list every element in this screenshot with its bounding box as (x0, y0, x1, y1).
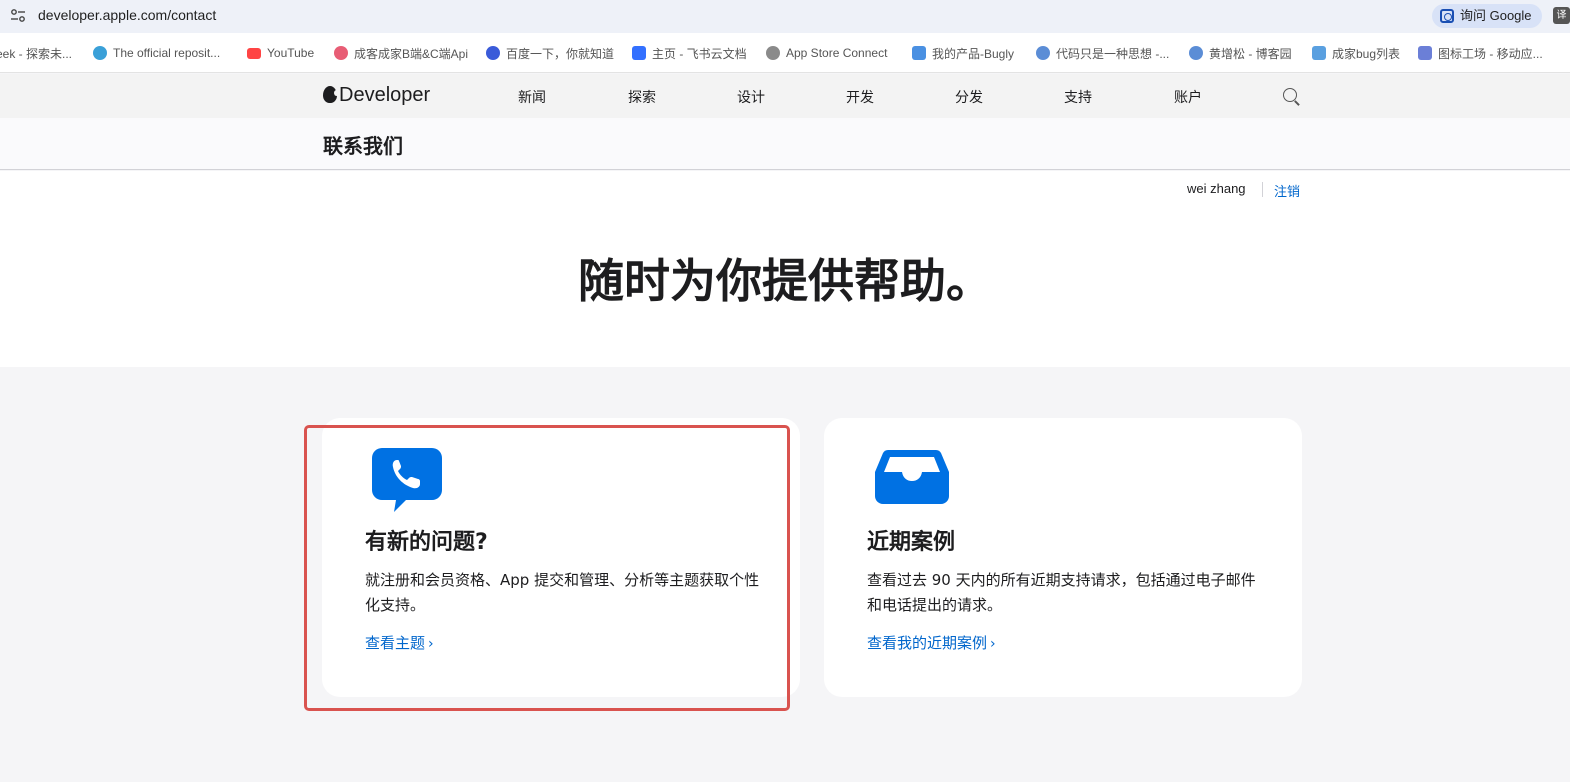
bookmark-item[interactable]: 黄增松 - 博客园 (1189, 45, 1292, 61)
youtube-icon (247, 47, 261, 59)
apple-logo-icon (323, 86, 339, 103)
user-separator (1262, 182, 1263, 197)
bookmark-item[interactable]: YouTube (247, 45, 314, 61)
user-name: wei zhang (1187, 181, 1246, 196)
bookmark-item[interactable]: 成客成家B端&C端Api (334, 45, 468, 61)
cnblogs-icon (1189, 46, 1203, 60)
nav-item-design[interactable]: 设计 (737, 87, 765, 107)
iconfont-icon (1418, 46, 1432, 60)
url-field[interactable]: developer.apple.com/contact (38, 7, 216, 23)
bookmark-item[interactable]: The official reposit... (93, 45, 220, 61)
view-recent-cases-link[interactable]: 查看我的近期案例 › (867, 632, 996, 653)
bugly-icon (912, 46, 926, 60)
bookmark-item[interactable]: 成家bug列表 (1312, 45, 1400, 61)
new-question-card[interactable]: 有新的问题? 就注册和会员资格、App 提交和管理、分析等主题获取个性化支持。 … (322, 418, 800, 697)
card-title: 近期案例 (867, 530, 956, 555)
logout-link[interactable]: 注销 (1274, 181, 1300, 200)
bookmark-item[interactable]: 我的产品-Bugly (912, 45, 1014, 61)
apple-icon (766, 46, 780, 60)
site-info-icon[interactable] (10, 8, 26, 24)
recent-cases-card[interactable]: 近期案例 查看过去 90 天内的所有近期支持请求，包括通过电子邮件和电话提出的请… (824, 418, 1302, 697)
ask-google-button[interactable]: 询问 Google (1432, 4, 1542, 28)
bookmark-item[interactable]: App Store Connect (766, 45, 887, 61)
bookmark-favicon-icon (1312, 46, 1326, 60)
card-title: 有新的问题? (365, 530, 488, 555)
view-topics-link[interactable]: 查看主题 › (365, 632, 434, 653)
baidu-icon (486, 46, 500, 60)
bookmark-item[interactable]: 代码只是一种思想 -... (1036, 45, 1169, 61)
local-nav: 联系我们 (0, 118, 1570, 170)
global-nav: Developer 新闻 探索 设计 开发 分发 支持 账户 (0, 74, 1570, 118)
page-title: 联系我们 (323, 134, 403, 158)
phone-chat-icon (372, 448, 442, 512)
nav-item-support[interactable]: 支持 (1064, 87, 1092, 107)
browser-address-bar: developer.apple.com/contact 询问 Google 译 (0, 0, 1570, 33)
chevron-right-icon: › (990, 636, 996, 652)
feishu-icon (632, 46, 646, 60)
inbox-tray-icon (875, 450, 949, 504)
bookmark-item[interactable]: 主页 - 飞书云文档 (632, 45, 747, 61)
card-description: 查看过去 90 天内的所有近期支持请求，包括通过电子邮件和电话提出的请求。 (867, 571, 1256, 614)
hero-title: 随时为你提供帮助。 (578, 254, 992, 308)
translate-icon[interactable]: 译 (1553, 7, 1570, 24)
nav-item-develop[interactable]: 开发 (846, 87, 874, 107)
hero-section: wei zhang 注销 随时为你提供帮助。 (0, 171, 1570, 367)
developer-logo[interactable]: Developer (323, 84, 430, 107)
search-icon[interactable] (1283, 88, 1297, 102)
nav-item-discover[interactable]: 探索 (628, 87, 656, 107)
nav-item-news[interactable]: 新闻 (518, 87, 546, 107)
google-lens-icon (1440, 9, 1454, 23)
bookmark-item[interactable]: eek - 探索未... (0, 45, 72, 61)
nav-item-account[interactable]: 账户 (1174, 87, 1202, 107)
card-description: 就注册和会员资格、App 提交和管理、分析等主题获取个性化支持。 (365, 571, 760, 614)
chevron-right-icon: › (428, 636, 434, 652)
cnblogs-icon (1036, 46, 1050, 60)
bookmark-item[interactable]: 百度一下，你就知道 (486, 45, 614, 61)
bookmark-favicon-icon (334, 46, 348, 60)
bookmarks-bar: eek - 探索未... The official reposit... You… (0, 33, 1570, 73)
cards-section: 有新的问题? 就注册和会员资格、App 提交和管理、分析等主题获取个性化支持。 … (0, 367, 1570, 782)
bookmark-item[interactable]: 图标工场 - 移动应... (1418, 45, 1543, 61)
bookmark-favicon-icon (93, 46, 107, 60)
nav-item-distribute[interactable]: 分发 (955, 87, 983, 107)
ask-google-label: 询问 Google (1460, 8, 1532, 23)
